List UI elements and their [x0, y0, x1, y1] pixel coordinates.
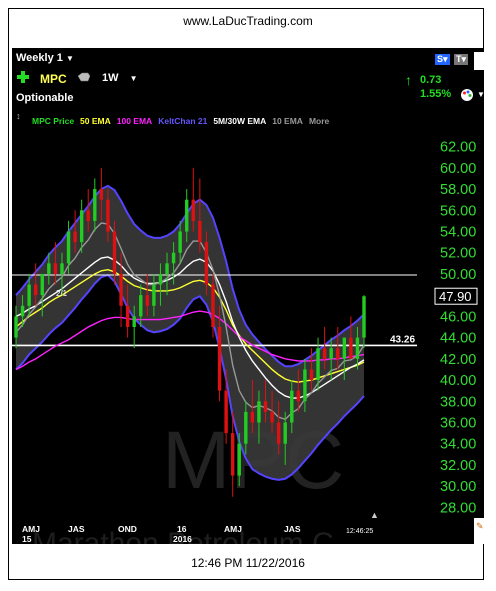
- candle-body: [237, 443, 241, 476]
- pencil-icon[interactable]: ✎: [476, 521, 484, 532]
- x-tick-label: JAS: [68, 524, 85, 534]
- candle-body: [145, 295, 150, 306]
- chart-panel: Weekly 1 ▼ MPC 1W ▼ Optionable S▾ T▾ ↑ 0…: [12, 48, 484, 544]
- candle-body: [329, 348, 333, 359]
- candle-body: [40, 273, 44, 296]
- y-tick-label: 46.00: [440, 309, 476, 325]
- candle-body: [322, 348, 327, 359]
- candle-body: [119, 273, 123, 306]
- last-price-label: 47.90: [439, 289, 472, 304]
- y-tick-label: 30.00: [440, 479, 476, 495]
- candle-body: [178, 231, 182, 253]
- candle-body: [66, 231, 71, 264]
- y-tick-label: 42.00: [440, 352, 476, 368]
- candle-body: [316, 348, 320, 381]
- candle-body: [244, 411, 248, 444]
- candle-body: [342, 337, 347, 359]
- chart-time: 12:46:25: [346, 528, 374, 535]
- candle-body: [27, 284, 31, 306]
- y-tick-label: 56.00: [440, 203, 476, 219]
- y-tick-label: 36.00: [440, 416, 476, 432]
- price-line-label: 43.26: [390, 334, 415, 345]
- candle-body: [349, 337, 353, 359]
- y-tick-label: 40.00: [440, 373, 476, 389]
- candle-body: [165, 263, 169, 274]
- candle-body: [296, 390, 301, 402]
- candle-body: [303, 369, 307, 402]
- x-tick-label: AMJ: [224, 524, 242, 534]
- x-tick-sublabel: 2016: [173, 534, 192, 544]
- candle-body: [355, 337, 360, 359]
- candle-body: [224, 390, 228, 434]
- candle-body: [86, 210, 90, 221]
- candle-body: [185, 199, 189, 232]
- candle-body: [14, 316, 18, 338]
- footer-timestamp: 12:46 PM 11/22/2016: [191, 556, 305, 570]
- candle-body: [93, 189, 97, 221]
- candle-body: [112, 231, 117, 274]
- candle-body: [158, 273, 163, 285]
- candle-body: [270, 411, 274, 423]
- candle-body: [99, 189, 104, 200]
- candle-body: [309, 369, 314, 381]
- candle-body: [198, 220, 202, 243]
- candle-body: [73, 231, 77, 243]
- scroll-up-icon[interactable]: ▲: [370, 510, 379, 520]
- candle-body: [362, 296, 366, 338]
- candle-body: [106, 199, 110, 232]
- x-tick-label: 16: [177, 524, 187, 534]
- y-tick-label: 58.00: [440, 182, 476, 198]
- y-tick-label: 60.00: [440, 161, 476, 177]
- candle-body: [250, 411, 255, 423]
- candle-body: [211, 284, 215, 327]
- y-tick-label: 44.00: [440, 331, 476, 347]
- y-tick-label: 34.00: [440, 437, 476, 453]
- x-tick-label: AMJ: [22, 524, 40, 534]
- candle-body: [191, 199, 195, 221]
- candle-body: [60, 263, 64, 274]
- price-chart[interactable]: MPCMarathon Petroleum C62.0060.0058.0056…: [12, 48, 484, 544]
- y-tick-label: 28.00: [440, 500, 476, 516]
- site-url: www.LaDucTrading.com: [183, 14, 313, 28]
- candle-body: [47, 263, 51, 274]
- y-tick-label: 54.00: [440, 225, 476, 241]
- x-tick-label: JAS: [284, 524, 301, 534]
- candle-body: [125, 305, 130, 327]
- candle-body: [171, 252, 176, 264]
- candle-body: [336, 348, 340, 359]
- candle-body: [263, 401, 268, 412]
- candle-body: [290, 390, 294, 423]
- y-tick-label: 50.00: [440, 267, 476, 283]
- candle-body: [276, 422, 281, 444]
- y-tick-label: 62.00: [440, 140, 476, 156]
- y-tick-label: 38.00: [440, 394, 476, 410]
- y-tick-label: 52.00: [440, 246, 476, 262]
- candle-body: [20, 305, 25, 317]
- y-tick-label: 32.00: [440, 458, 476, 474]
- candle-body: [152, 284, 156, 306]
- candle-body: [33, 284, 38, 296]
- candle-body: [79, 210, 84, 243]
- candle-body: [257, 401, 261, 423]
- candle-body: [283, 422, 287, 444]
- candle-body: [139, 295, 143, 317]
- candle-body: [53, 263, 58, 274]
- candle-body: [230, 433, 235, 476]
- candle-body: [132, 316, 136, 327]
- candle-body: [217, 327, 222, 391]
- candle-body: [204, 242, 209, 285]
- x-tick-label: OND: [118, 524, 137, 534]
- split-label: 2/1: [56, 289, 68, 298]
- x-tick-sublabel: 15: [22, 534, 32, 544]
